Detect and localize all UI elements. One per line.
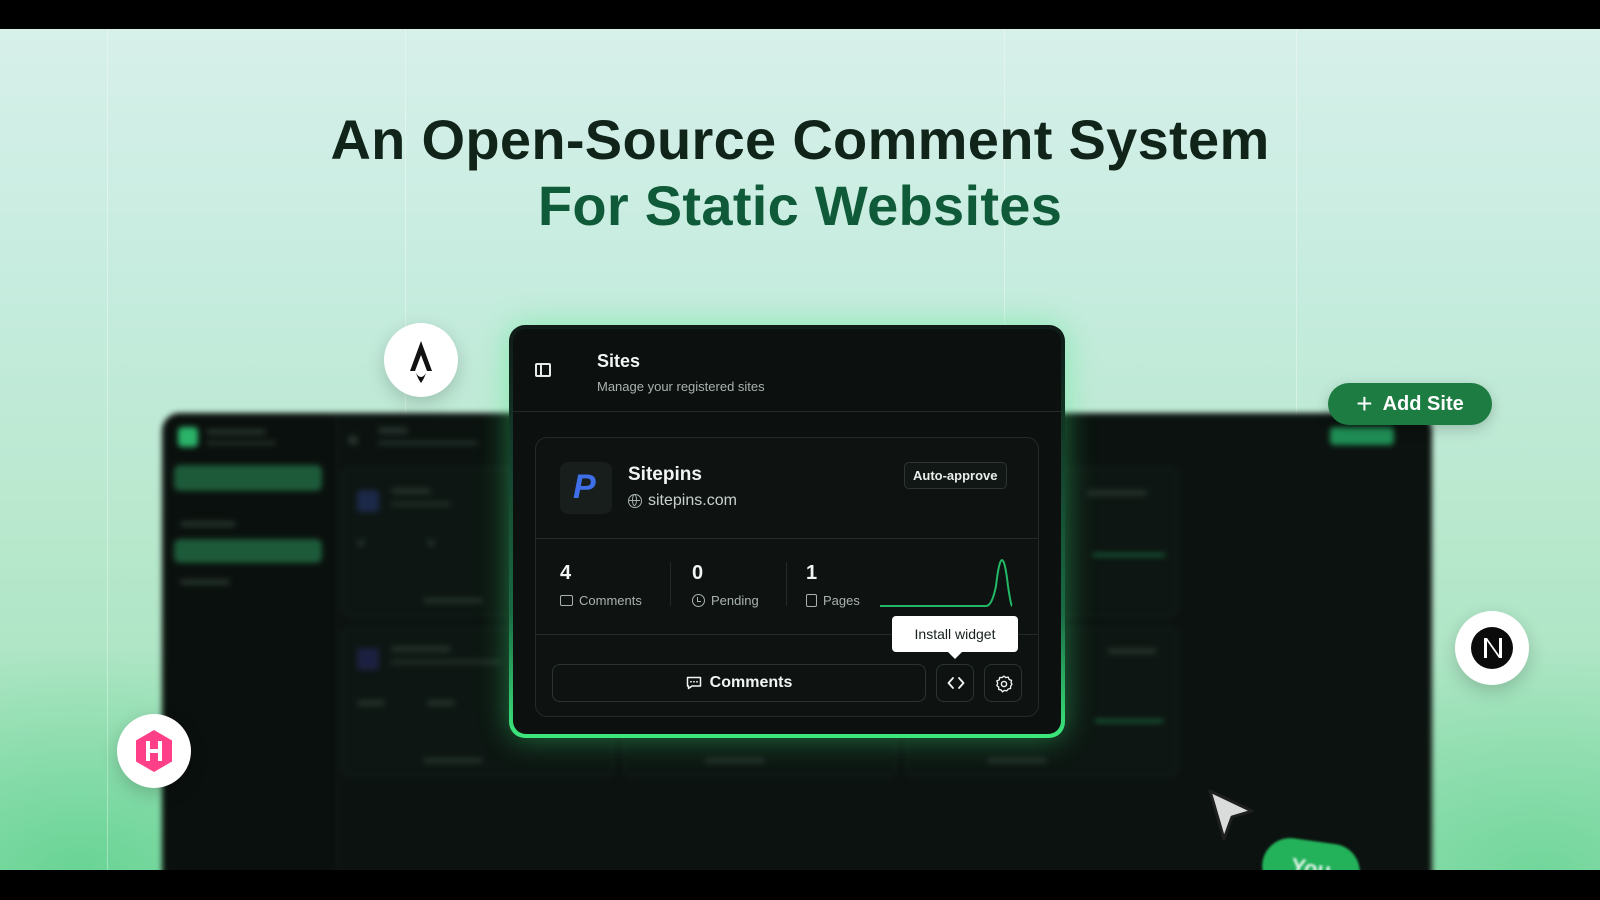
letterbox-top	[0, 0, 1600, 29]
comments-button-label: Comments	[709, 674, 793, 691]
plus-icon: +	[1356, 388, 1373, 419]
site-card: P Sitepins sitepins.com Auto-approve 4 C…	[535, 437, 1039, 717]
comments-button[interactable]: Comments	[552, 664, 926, 702]
page-icon	[806, 594, 817, 607]
clock-icon	[692, 594, 705, 607]
gear-icon	[996, 675, 1013, 693]
cursor-icon	[1208, 789, 1254, 841]
install-widget-button[interactable]	[936, 664, 974, 702]
stat-label: Pages	[823, 593, 860, 608]
hero-headline: An Open-Source Comment System For Static…	[0, 107, 1600, 239]
background-sidebar	[162, 413, 338, 870]
sites-panel-inner: Sites Manage your registered sites P Sit…	[513, 329, 1061, 734]
site-logo: P	[560, 462, 612, 514]
panel-header: Sites Manage your registered sites	[513, 329, 1061, 412]
stat-pages: 1 Pages	[806, 562, 860, 608]
status-badge: Auto-approve	[904, 462, 1007, 489]
site-name: Sitepins	[628, 464, 702, 485]
letterbox-bottom	[0, 870, 1600, 900]
settings-button[interactable]	[984, 664, 1022, 702]
stat-value: 4	[560, 562, 572, 584]
install-widget-tooltip: Install widget	[892, 616, 1018, 659]
headline-line-2: For Static Websites	[537, 174, 1063, 237]
comment-icon	[686, 676, 701, 690]
add-site-button[interactable]: + Add Site	[1328, 383, 1492, 425]
comment-icon	[560, 595, 573, 606]
add-site-label: Add Site	[1382, 392, 1464, 415]
stat-value: 0	[692, 562, 704, 584]
activity-sparkline	[880, 558, 1013, 607]
code-icon	[947, 677, 965, 689]
sidebar-toggle-icon[interactable]	[535, 363, 551, 377]
stat-value: 1	[806, 562, 818, 584]
background-logo	[178, 427, 198, 447]
hero-stage: An Open-Source Comment System For Static…	[0, 29, 1600, 870]
stat-comments: 4 Comments	[560, 562, 642, 608]
stat-pending: 0 Pending	[692, 562, 759, 608]
page-title: Sites	[597, 351, 641, 371]
hugo-logo-icon	[117, 714, 191, 788]
nextjs-logo-icon	[1455, 611, 1529, 685]
sites-panel: Sites Manage your registered sites P Sit…	[509, 325, 1065, 738]
divider	[670, 562, 671, 606]
site-url[interactable]: sitepins.com	[648, 492, 737, 510]
headline-line-1: An Open-Source Comment System	[330, 108, 1270, 171]
astro-logo-icon	[384, 323, 458, 397]
page-subtitle: Manage your registered sites	[597, 379, 765, 394]
stat-label: Comments	[579, 593, 642, 608]
stat-label: Pending	[711, 593, 759, 608]
divider	[536, 538, 1038, 539]
globe-icon	[628, 494, 642, 508]
divider	[786, 562, 787, 606]
